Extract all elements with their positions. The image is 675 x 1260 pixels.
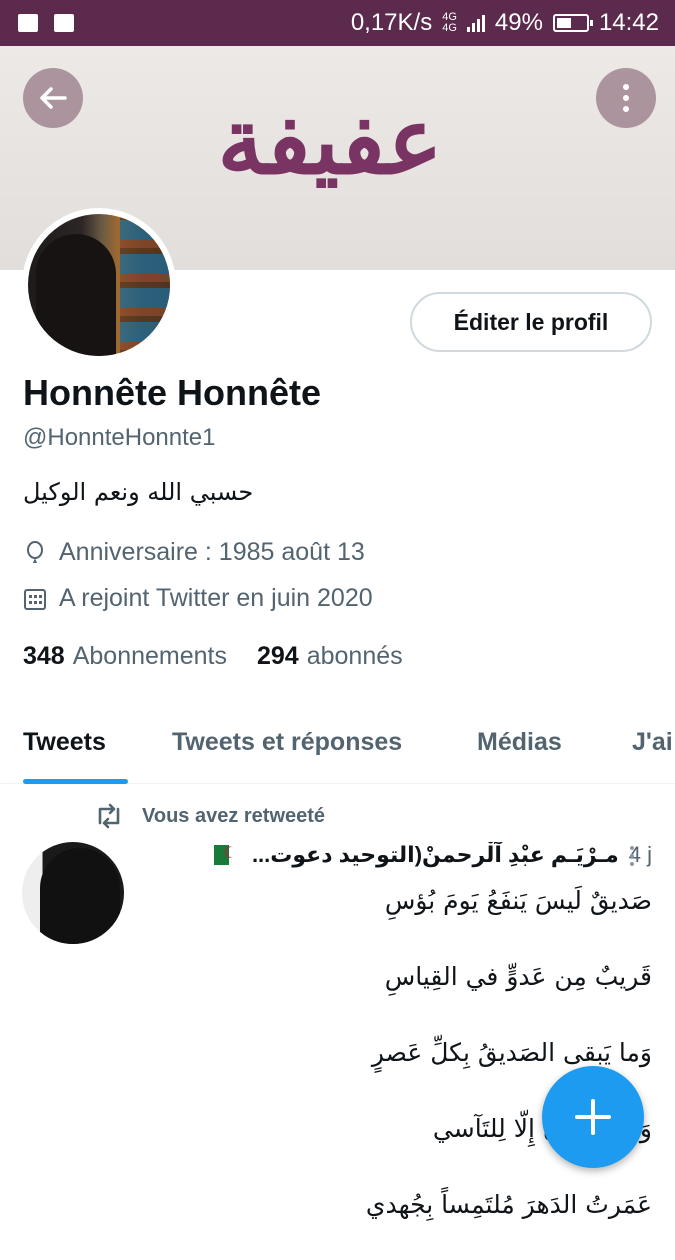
tab-likes[interactable]: J'ai	[632, 716, 673, 757]
tweet-line: قَريبٌ مِن عَدوٍّ في القِياسِ	[384, 962, 652, 991]
tab-media[interactable]: Médias	[477, 716, 562, 757]
mail-icon	[18, 14, 38, 32]
image-icon	[54, 14, 74, 32]
retweet-label: Vous avez retweeté	[142, 804, 326, 827]
back-button[interactable]	[23, 68, 83, 128]
tweet-more-icon[interactable]	[630, 846, 634, 866]
birthday-text: Anniversaire : 1985 août 13	[59, 538, 365, 566]
birthday-row: Anniversaire : 1985 août 13	[23, 538, 365, 567]
algeria-flag-icon	[213, 843, 244, 865]
joined-row: A rejoint Twitter en juin 2020	[23, 584, 373, 613]
more-options-button[interactable]	[596, 68, 656, 128]
network-type: 4G 4G	[442, 11, 457, 34]
profile-tabs: Tweets Tweets et réponses Médias J'ai	[0, 716, 675, 784]
follow-stats: 348 Abonnements 294 abonnés	[23, 642, 403, 671]
battery-icon	[552, 14, 593, 32]
battery-percent: 49%	[494, 9, 543, 36]
retweet-indicator: Vous avez retweeté	[94, 803, 325, 829]
edit-profile-button[interactable]: Éditer le profil	[410, 292, 652, 352]
following-link[interactable]: 348 Abonnements	[23, 642, 227, 671]
signal-icon	[466, 14, 485, 32]
profile-avatar[interactable]	[22, 208, 176, 362]
tweet-author-name[interactable]: مـرْيَـم عبْدِ آلْرحمنْ(التوحيد دعوت...	[252, 842, 619, 868]
retweet-icon	[98, 803, 120, 829]
profile-handle: @HonnteHonnte1	[23, 424, 216, 451]
followers-link[interactable]: 294 abonnés	[257, 642, 403, 671]
profile-name: Honnête Honnête	[23, 372, 322, 413]
back-arrow-icon	[40, 87, 67, 109]
net-speed: 0,17K/s	[350, 9, 433, 36]
profile-bio: حسبي الله ونعم الوكيل	[23, 478, 254, 506]
status-bar: 0,17K/s 4G 4G 49% 14:42	[0, 0, 675, 46]
tweet-line: صَديقٌ لَيسَ يَنفَعُ يَومَ بُؤسِ	[384, 886, 652, 915]
clock: 14:42	[598, 9, 659, 36]
compose-tweet-button[interactable]	[542, 1066, 644, 1168]
joined-text: A rejoint Twitter en juin 2020	[59, 584, 373, 612]
plus-icon	[575, 1099, 611, 1135]
calendar-icon	[23, 587, 47, 611]
tab-tweets-replies[interactable]: Tweets et réponses	[172, 716, 402, 757]
banner-text: عفيفة	[217, 87, 443, 195]
tweet-header: 4 j مـرْيَـم عبْدِ آلْرحمنْ(التوحيد دعوت…	[142, 842, 652, 868]
tweet-author-avatar[interactable]	[22, 842, 124, 944]
more-icon	[623, 84, 629, 112]
tab-tweets[interactable]: Tweets	[23, 716, 128, 784]
tweet-line: عَمَرتُ الدَهرَ مُلتَمِساً بِجُهدي	[365, 1190, 652, 1219]
balloon-icon	[23, 540, 47, 565]
